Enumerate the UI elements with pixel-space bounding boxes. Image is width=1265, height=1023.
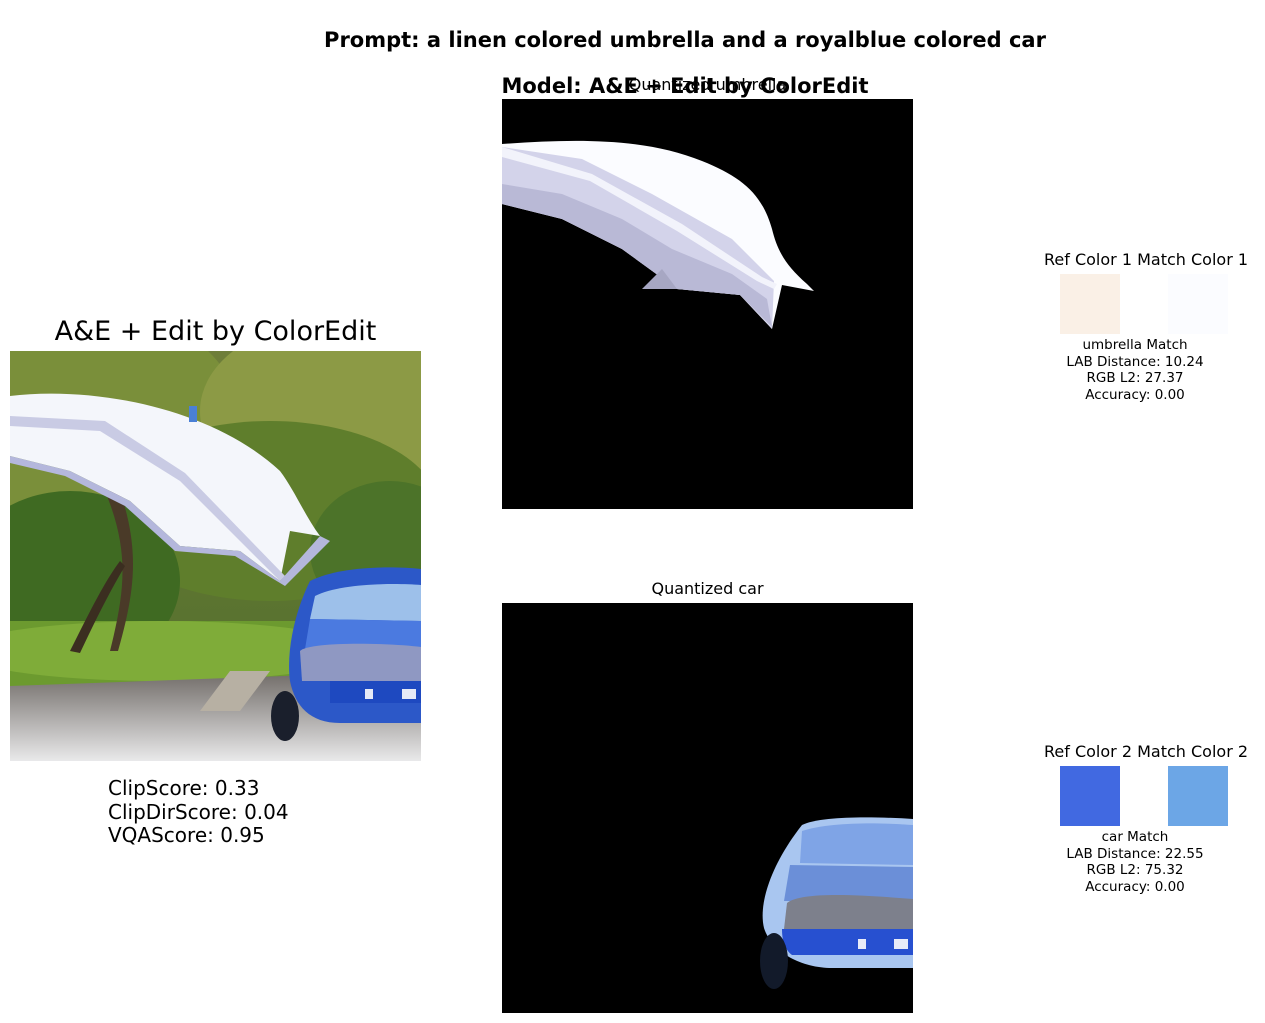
ref-color-2-label: Ref Color 2 [1044, 742, 1132, 761]
match-color-2-label: Match Color 2 [1137, 742, 1249, 761]
vqa-score: VQAScore: 0.95 [108, 823, 265, 847]
match-color-1-swatch [1168, 274, 1228, 334]
match-color-1-label: Match Color 1 [1137, 250, 1249, 269]
umbrella-accuracy: Accuracy: 0.00 [1085, 386, 1185, 403]
umbrella-lab-distance: LAB Distance: 10.24 [1066, 353, 1204, 370]
panel-title-car: Quantized car [651, 579, 764, 598]
ref-color-2-swatch [1060, 766, 1120, 826]
clip-score: ClipScore: 0.33 [108, 776, 260, 800]
car-match-metrics: car Match LAB Distance: 22.55 RGB L2: 75… [1035, 829, 1235, 895]
umbrella-rgb-l2: RGB L2: 27.37 [1086, 370, 1184, 386]
car-accuracy: Accuracy: 0.00 [1085, 878, 1185, 895]
color-pair-1-header: Ref Color 1 Match Color 1 [1044, 250, 1248, 270]
ref-color-1-label: Ref Color 1 [1044, 250, 1132, 269]
umbrella-match-label: umbrella Match [1082, 337, 1188, 353]
prompt-text: Prompt: a linen colored umbrella and a r… [324, 28, 1046, 52]
car-lab-distance: LAB Distance: 22.55 [1066, 845, 1204, 862]
score-list: ClipScore: 0.33 ClipDirScore: 0.04 VQASc… [108, 776, 289, 848]
match-color-2-swatch [1168, 766, 1228, 826]
left-image-title: A&E + Edit by ColorEdit [54, 316, 377, 347]
quantized-umbrella-image [502, 99, 913, 509]
clip-dir-score: ClipDirScore: 0.04 [108, 799, 289, 824]
panel-title-umbrella: Quantized umbrella [628, 75, 787, 94]
quantized-car-image [502, 603, 913, 1013]
umbrella-match-metrics: umbrella Match LAB Distance: 10.24 RGB L… [1035, 337, 1235, 403]
car-match-label: car Match [1101, 829, 1169, 845]
car-rgb-l2: RGB L2: 75.32 [1086, 862, 1184, 878]
generated-image [10, 351, 421, 761]
color-pair-2-header: Ref Color 2 Match Color 2 [1044, 742, 1248, 762]
ref-color-1-swatch [1060, 274, 1120, 334]
